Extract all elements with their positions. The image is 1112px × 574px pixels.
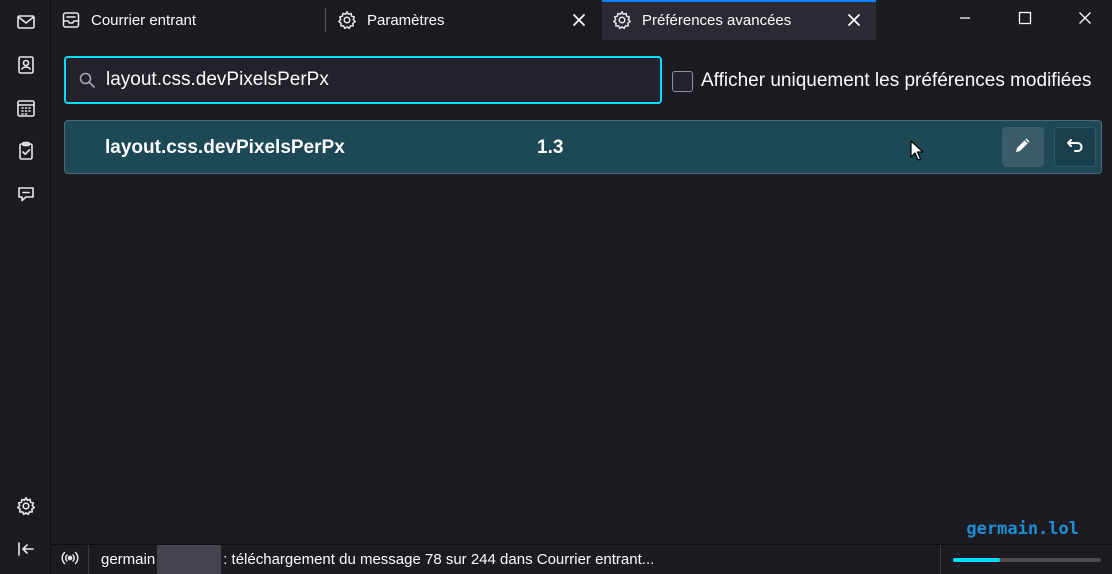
chat-icon <box>16 184 36 209</box>
preference-value: 1.3 <box>537 137 564 158</box>
pencil-icon <box>1013 135 1033 160</box>
progress-bar <box>953 558 1101 562</box>
status-bar: germain : téléchargement du message 78 s… <box>51 544 1112 574</box>
tab-label: Paramètres <box>367 11 445 29</box>
status-message: germain : téléchargement du message 78 s… <box>89 544 655 574</box>
edit-preference-button[interactable] <box>1002 127 1044 167</box>
progress-panel <box>940 545 1112 574</box>
calendar-space-button[interactable] <box>10 94 42 126</box>
gear-icon <box>337 10 357 30</box>
close-icon[interactable] <box>569 10 589 30</box>
collapse-left-icon <box>16 539 36 564</box>
mouse-cursor-icon <box>910 140 924 162</box>
address-book-space-button[interactable] <box>10 51 42 83</box>
close-window-button[interactable] <box>1062 0 1107 40</box>
show-modified-only-label: Afficher uniquement les préférences modi… <box>701 70 1092 91</box>
spaces-toolbar <box>0 0 51 574</box>
close-icon[interactable] <box>844 10 864 30</box>
thunderbird-window: Courrier entrant Paramètres Préférences … <box>0 0 1112 574</box>
inbox-icon <box>61 10 81 30</box>
watermark-text: germain.lol <box>966 519 1079 539</box>
tab-advanced-preferences[interactable]: Préférences avancées <box>602 0 876 40</box>
tab-bar: Courrier entrant Paramètres Préférences … <box>51 0 1112 40</box>
tab-separator <box>325 8 326 32</box>
reset-preference-button[interactable] <box>1054 127 1096 167</box>
close-icon <box>1078 11 1092 30</box>
tab-settings[interactable]: Paramètres <box>327 0 601 40</box>
gear-icon <box>16 496 36 521</box>
collapse-spaces-button[interactable] <box>10 535 42 567</box>
tab-label: Courrier entrant <box>91 11 197 29</box>
gear-icon <box>612 10 632 30</box>
online-status-button[interactable] <box>51 544 89 574</box>
preference-name: layout.css.devPixelsPerPx <box>105 137 345 158</box>
progress-bar-fill <box>953 558 1001 562</box>
address-book-icon <box>16 55 36 80</box>
mail-icon <box>16 12 36 37</box>
undo-icon <box>1065 135 1085 160</box>
status-detail: : téléchargement du message 78 sur 244 d… <box>223 551 655 568</box>
tab-label: Préférences avancées <box>642 11 792 29</box>
show-modified-only-checkbox[interactable] <box>672 70 693 92</box>
chat-space-button[interactable] <box>10 180 42 212</box>
settings-space-button[interactable] <box>10 492 42 524</box>
tasks-space-button[interactable] <box>10 137 42 169</box>
maximize-button[interactable] <box>1002 0 1047 40</box>
tab-inbox[interactable]: Courrier entrant <box>51 0 325 40</box>
online-status-icon <box>60 548 80 572</box>
calendar-icon <box>16 98 36 123</box>
minimize-button[interactable] <box>942 0 987 40</box>
redacted-block <box>157 544 222 574</box>
mail-space-button[interactable] <box>10 8 42 40</box>
preference-row[interactable]: layout.css.devPixelsPerPx 1.3 <box>64 120 1102 174</box>
tasks-icon <box>16 141 36 166</box>
show-modified-only-option[interactable]: Afficher uniquement les préférences modi… <box>672 70 1091 92</box>
maximize-icon <box>1018 11 1032 30</box>
advanced-preferences-page: Afficher uniquement les préférences modi… <box>51 40 1112 544</box>
search-input[interactable] <box>106 69 660 91</box>
minimize-icon <box>958 11 972 30</box>
search-box[interactable] <box>64 56 662 104</box>
search-icon <box>78 71 96 89</box>
status-account: germain <box>101 551 156 568</box>
